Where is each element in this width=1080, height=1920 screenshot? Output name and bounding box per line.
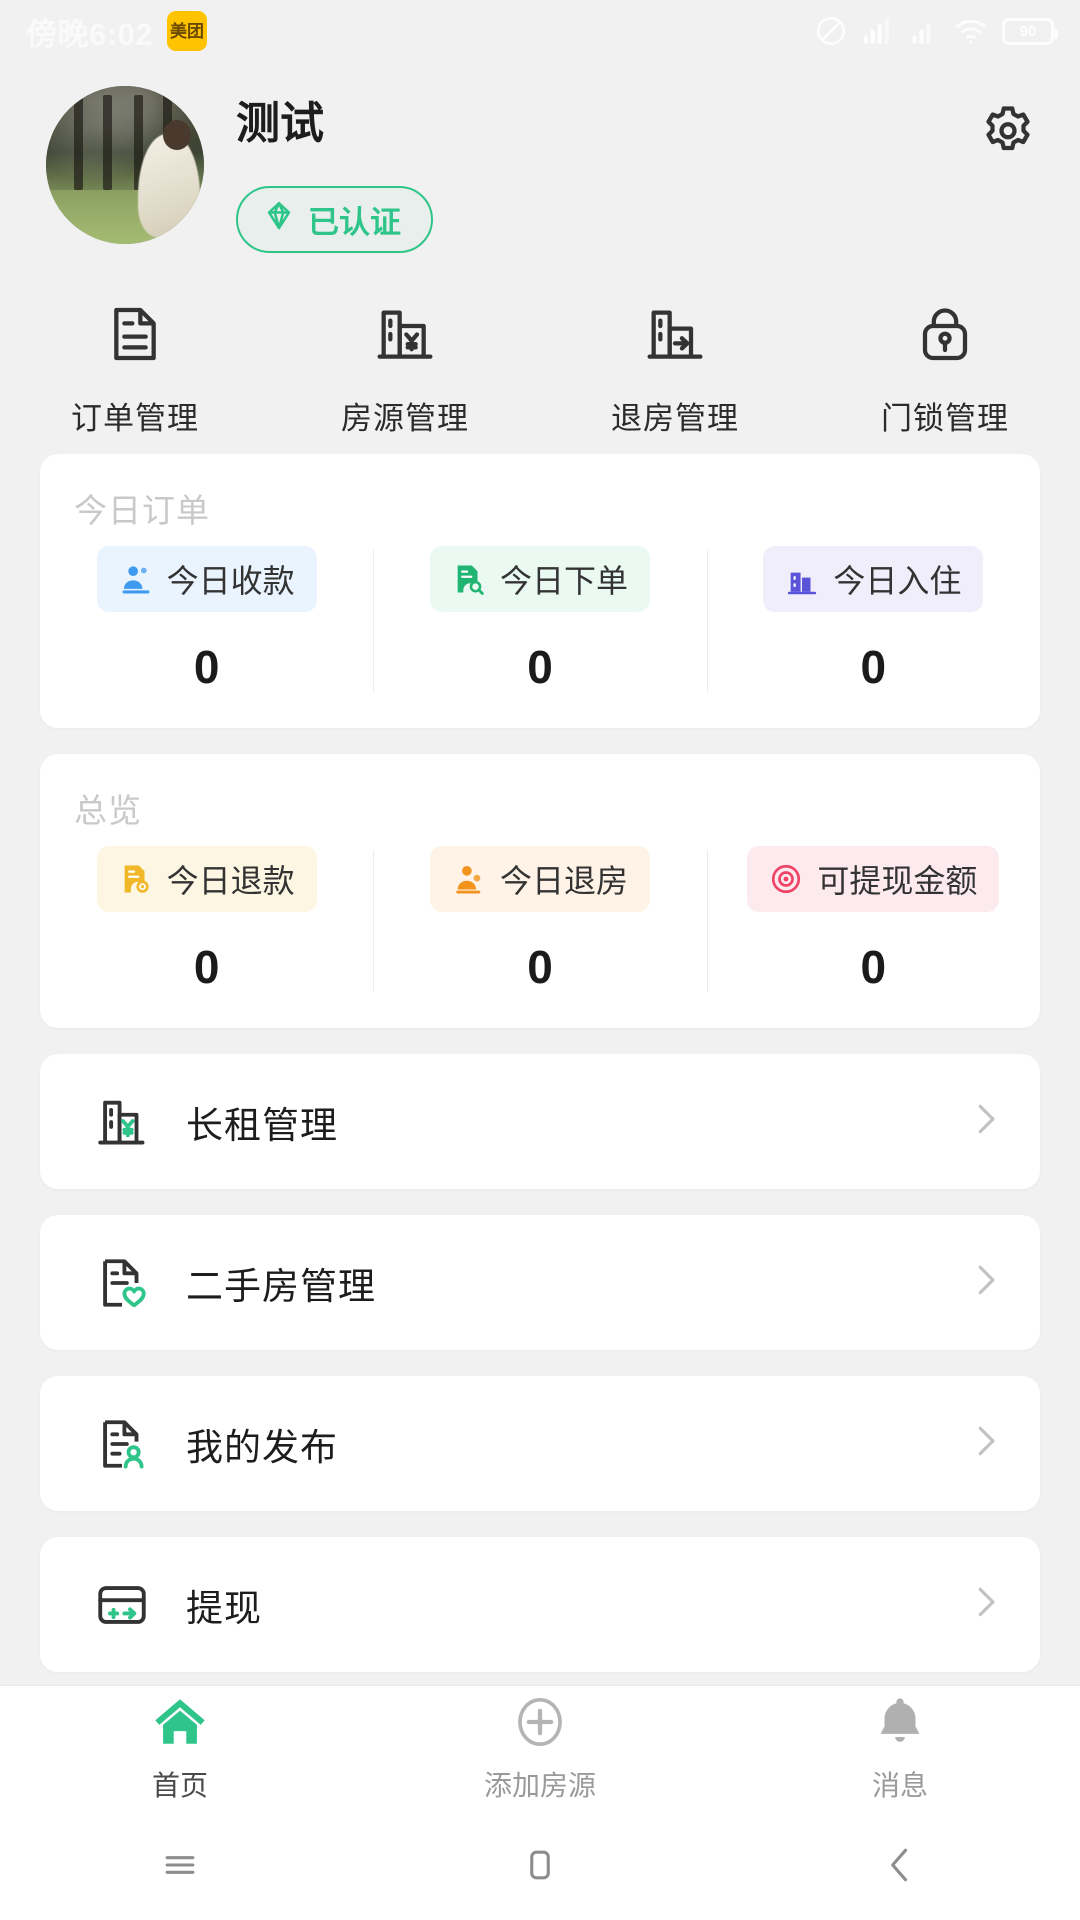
profile-name: 测试 xyxy=(236,99,324,148)
menu-item-label: 二手房管理 xyxy=(186,1265,376,1307)
stats-row: 今日收款 0 今日下单 0 今日入住 0 xyxy=(40,546,1040,694)
stat-value: 0 xyxy=(860,641,887,693)
battery-icon: 90 xyxy=(1002,17,1058,45)
status-badge[interactable]: 已认证 xyxy=(236,186,433,254)
tab-add-listing[interactable]: 添加房源 xyxy=(360,1693,720,1804)
stat-label: 今日入住 xyxy=(833,563,962,599)
stat-value: 0 xyxy=(527,941,553,993)
profile-header: 测试 已认证 xyxy=(0,62,1080,262)
stat-value: 0 xyxy=(527,641,553,693)
stat-today-checkout[interactable]: 今日退房 0 xyxy=(373,846,706,994)
stat-withdrawable-amount[interactable]: 可提现金额 0 xyxy=(706,846,1040,994)
recents-icon[interactable] xyxy=(0,1843,360,1887)
quicknav-label: 退房管理 xyxy=(611,401,739,436)
quick-nav: 订单管理 房源管理 退房管理 门锁管理 xyxy=(0,262,1080,454)
battery-level: 90 xyxy=(1019,22,1037,40)
stat-label: 今日退房 xyxy=(499,863,628,899)
stat-today-refund[interactable]: 今日退款 0 xyxy=(40,846,373,994)
stat-chip: 今日收款 xyxy=(96,546,317,612)
bell-icon xyxy=(869,1693,931,1756)
meituan-badge-icon: 美团 xyxy=(167,11,208,51)
quicknav-label: 房源管理 xyxy=(341,401,469,436)
withdraw-card-icon xyxy=(92,1576,152,1634)
chevron-right-icon xyxy=(966,1261,1004,1304)
order-search-icon xyxy=(452,562,486,596)
stat-value: 0 xyxy=(860,941,887,993)
stat-chip: 可提现金额 xyxy=(747,846,1000,912)
home-square-icon[interactable] xyxy=(360,1843,720,1887)
stat-chip: 今日退款 xyxy=(96,846,317,912)
withdraw-target-icon xyxy=(769,862,803,896)
building-exit-icon xyxy=(643,302,707,371)
status-bar: 傍晚6:02 美团 90 xyxy=(0,0,1080,62)
quicknav-label: 订单管理 xyxy=(71,401,199,436)
page-scroll-area[interactable]: 测试 已认证 订单管理 房源管理 退房管理 门锁管理 今日订单 今日收款 0 今… xyxy=(0,62,1080,1685)
gear-icon[interactable] xyxy=(978,102,1038,167)
chevron-right-icon xyxy=(966,1583,1004,1626)
stat-today-checkin[interactable]: 今日入住 0 xyxy=(706,546,1040,694)
android-navigation-bar xyxy=(0,1810,1080,1920)
tab-label: 消息 xyxy=(871,1769,928,1801)
overview-card: 总览 今日退款 0 今日退房 0 可提现金额 0 xyxy=(40,754,1040,1028)
quicknav-item-lock[interactable]: 门锁管理 xyxy=(810,302,1080,438)
home-icon xyxy=(149,1693,211,1756)
quicknav-item-checkout[interactable]: 退房管理 xyxy=(540,302,810,438)
menu-item-my-posts[interactable]: 我的发布 xyxy=(40,1376,1040,1511)
building-yuan-icon xyxy=(373,302,437,371)
stat-chip: 今日入住 xyxy=(763,546,984,612)
tab-label: 首页 xyxy=(151,1769,208,1801)
diamond-icon xyxy=(262,199,296,241)
tab-home[interactable]: 首页 xyxy=(0,1693,360,1804)
menu-item-label: 长租管理 xyxy=(186,1104,338,1146)
avatar[interactable] xyxy=(46,86,204,244)
status-bar-icons: 90 xyxy=(814,14,1058,48)
stat-today-payment[interactable]: 今日收款 0 xyxy=(40,546,373,694)
stats-row: 今日退款 0 今日退房 0 可提现金额 0 xyxy=(40,846,1040,994)
stat-label: 今日下单 xyxy=(499,563,628,599)
stat-value: 0 xyxy=(193,641,220,693)
signal-2-icon xyxy=(910,17,940,45)
lock-icon xyxy=(913,302,977,371)
refund-icon xyxy=(119,862,153,896)
stat-today-order[interactable]: 今日下单 0 xyxy=(373,546,706,694)
signal-icon xyxy=(862,17,896,45)
plus-circle-icon xyxy=(509,1693,571,1756)
stat-label: 今日退款 xyxy=(166,863,295,899)
card-title: 总览 xyxy=(74,792,142,829)
menu-item-withdraw[interactable]: 提现 xyxy=(40,1537,1040,1672)
checkin-building-icon xyxy=(785,562,819,596)
user-payment-icon xyxy=(119,562,153,596)
card-title: 今日订单 xyxy=(74,492,210,529)
quicknav-label: 门锁管理 xyxy=(881,401,1009,436)
stat-label: 今日收款 xyxy=(166,563,295,599)
status-bar-time: 傍晚6:02 xyxy=(26,16,154,52)
today-orders-card: 今日订单 今日收款 0 今日下单 0 今日入住 0 xyxy=(40,454,1040,728)
tab-messages[interactable]: 消息 xyxy=(720,1693,1080,1804)
menu-item-secondhand[interactable]: 二手房管理 xyxy=(40,1215,1040,1350)
secondhand-house-icon xyxy=(92,1254,152,1312)
menu-item-label: 提现 xyxy=(186,1587,262,1629)
bottom-tab-bar: 首页 添加房源 消息 xyxy=(0,1685,1080,1810)
stat-label: 可提现金额 xyxy=(817,863,978,899)
stat-chip: 今日退房 xyxy=(429,846,650,912)
stat-value: 0 xyxy=(193,941,220,993)
document-order-icon xyxy=(103,302,167,371)
status-badge-label: 已认证 xyxy=(308,205,401,241)
back-icon[interactable] xyxy=(720,1843,1080,1887)
stat-chip: 今日下单 xyxy=(429,546,650,612)
mute-icon xyxy=(814,14,848,48)
longterm-building-icon xyxy=(92,1093,152,1151)
menu-item-longterm[interactable]: 长租管理 xyxy=(40,1054,1040,1189)
quicknav-item-listings[interactable]: 房源管理 xyxy=(270,302,540,438)
checkout-user-icon xyxy=(452,862,486,896)
profile-info: 测试 已认证 xyxy=(236,86,433,254)
menu-item-label: 我的发布 xyxy=(186,1426,338,1468)
my-posts-icon xyxy=(92,1415,152,1473)
quicknav-item-orders[interactable]: 订单管理 xyxy=(0,302,270,438)
chevron-right-icon xyxy=(966,1422,1004,1465)
chevron-right-icon xyxy=(966,1100,1004,1143)
tab-label: 添加房源 xyxy=(483,1769,596,1801)
wifi-icon xyxy=(954,17,988,45)
